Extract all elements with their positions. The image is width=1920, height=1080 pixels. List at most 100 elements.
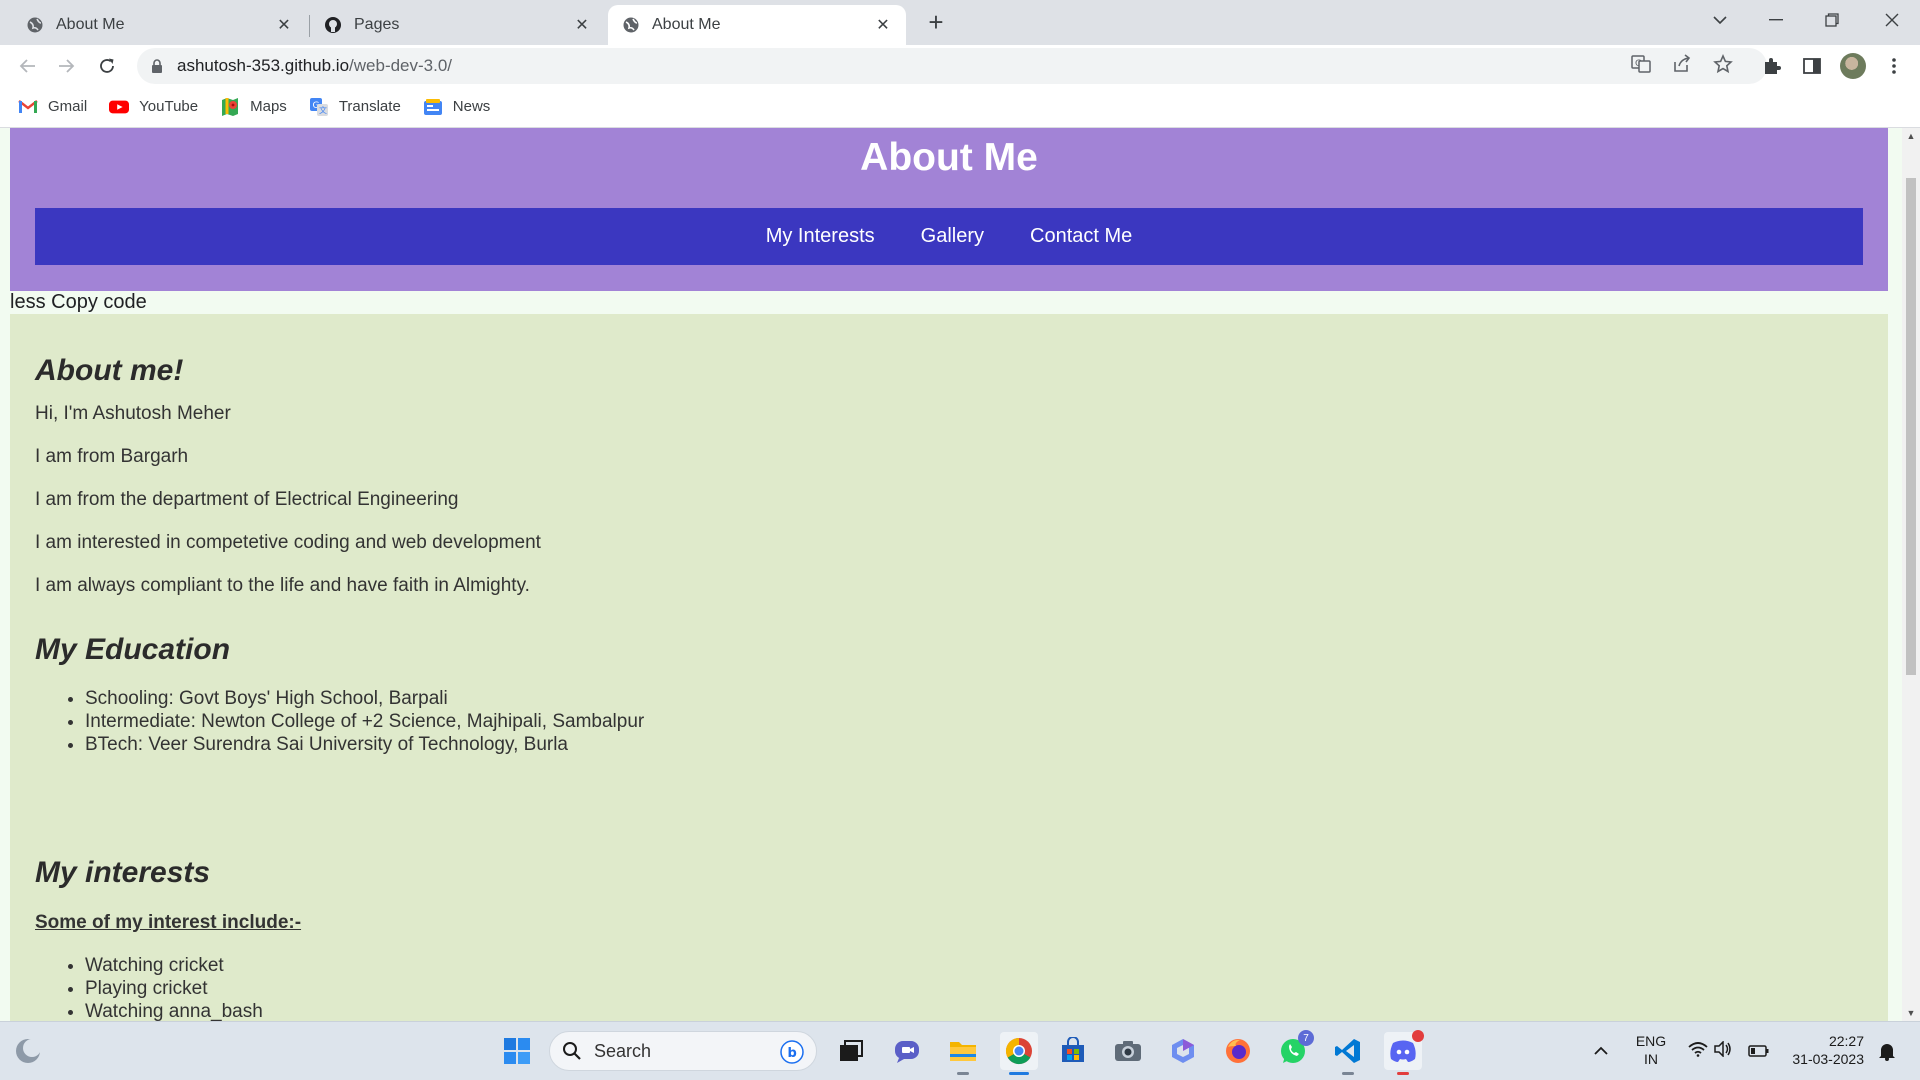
quick-settings[interactable] — [1680, 1034, 1740, 1068]
share-icon[interactable] — [1671, 53, 1693, 75]
restore-button[interactable] — [1804, 0, 1860, 40]
battery-icon[interactable] — [1742, 1034, 1776, 1068]
list-item: Intermediate: Newton College of +2 Scien… — [85, 710, 644, 733]
region-code: IN — [1644, 1051, 1658, 1067]
chrome-taskbar-icon[interactable] — [1000, 1032, 1038, 1075]
notifications-bell-icon[interactable] — [1870, 1034, 1904, 1068]
menu-kebab-icon[interactable] — [1883, 55, 1905, 77]
file-explorer-icon[interactable] — [946, 1034, 980, 1075]
about-line: I am from the department of Electrical E… — [35, 489, 459, 510]
extensions-icon[interactable] — [1761, 55, 1783, 77]
tab-title: About Me — [652, 16, 721, 33]
scroll-up-arrow-icon[interactable]: ▲ — [1906, 131, 1916, 141]
tab-title: About Me — [56, 16, 125, 33]
active-indicator — [1397, 1072, 1409, 1075]
gmail-icon — [18, 98, 38, 116]
notification-badge: 7 — [1298, 1030, 1314, 1046]
scroll-down-arrow-icon[interactable]: ▼ — [1906, 1008, 1916, 1018]
news-icon — [423, 98, 443, 116]
clock-time: 22:27 — [1828, 1033, 1864, 1049]
clock-date: 31-03-2023 — [1792, 1051, 1864, 1067]
tab-about-me-1[interactable]: About Me ✕ — [12, 5, 307, 45]
list-item: Watching anna_bash — [85, 1000, 263, 1021]
search-placeholder: Search — [594, 1040, 652, 1061]
active-indicator — [1009, 1072, 1029, 1075]
youtube-icon — [109, 98, 130, 116]
weather-widget-icon[interactable] — [11, 1034, 45, 1068]
nav-link-my-interests[interactable]: My Interests — [766, 225, 875, 248]
bookmark-youtube[interactable]: YouTube — [109, 98, 198, 116]
url-host: ashutosh-353.github.io — [177, 56, 350, 75]
about-line: I am from Bargarh — [35, 446, 189, 467]
bookmark-label: Translate — [338, 98, 401, 115]
microsoft-store-icon[interactable] — [1056, 1034, 1090, 1068]
scrollbar-thumb[interactable] — [1906, 178, 1916, 675]
start-button[interactable] — [500, 1034, 534, 1068]
bookmark-label: YouTube — [139, 98, 199, 115]
volume-icon — [1714, 1039, 1732, 1062]
language-code: ENG — [1635, 1033, 1667, 1049]
bookmark-label: Maps — [250, 98, 287, 115]
chevron-up-icon[interactable] — [1584, 1034, 1618, 1068]
about-line: I am always compliant to the life and ha… — [35, 575, 530, 596]
back-button[interactable] — [10, 49, 44, 83]
camera-icon[interactable] — [1111, 1034, 1145, 1068]
bookmark-translate[interactable]: G文 Translate — [309, 97, 401, 116]
browser-toolbar: ashutosh-353.github.io/web-dev-3.0/ G — [0, 45, 1920, 86]
reload-button[interactable] — [90, 49, 124, 83]
bookmark-news[interactable]: News — [423, 98, 491, 116]
bookmark-maps[interactable]: Maps — [220, 97, 287, 116]
list-item: Watching cricket — [85, 954, 263, 977]
interests-heading: My interests — [35, 856, 211, 889]
bookmarks-bar: Gmail YouTube Maps G文 Translate News — [0, 86, 1920, 128]
url-text[interactable]: ashutosh-353.github.io/web-dev-3.0/ — [177, 56, 452, 76]
tab-pages[interactable]: Pages ✕ — [310, 5, 605, 45]
vscode-icon[interactable] — [1331, 1034, 1365, 1075]
interests-subheading: Some of my interest include:- — [35, 912, 302, 933]
firefox-icon[interactable] — [1221, 1034, 1255, 1068]
bookmark-gmail[interactable]: Gmail — [18, 98, 87, 116]
svg-text:b: b — [788, 1046, 797, 1061]
address-bar[interactable]: ashutosh-353.github.io/web-dev-3.0/ — [137, 48, 1767, 84]
running-indicator — [1342, 1072, 1354, 1075]
tab-search-button[interactable] — [1692, 0, 1748, 40]
github-icon — [324, 16, 342, 34]
interests-list: Watching cricket Playing cricket Watchin… — [85, 954, 263, 1021]
close-tab-icon[interactable]: ✕ — [573, 16, 591, 34]
teams-chat-icon[interactable] — [890, 1034, 924, 1068]
clock[interactable]: 22:27 31-03-2023 — [1782, 1032, 1864, 1068]
education-heading: My Education — [35, 633, 231, 666]
page-scrollbar[interactable]: ▲ ▼ — [1902, 128, 1920, 1021]
nav-link-gallery[interactable]: Gallery — [921, 225, 984, 248]
globe-icon — [622, 16, 640, 34]
lock-icon[interactable] — [149, 58, 165, 74]
tab-title: Pages — [354, 16, 400, 33]
close-tab-icon[interactable]: ✕ — [874, 16, 892, 34]
globe-icon — [26, 16, 44, 34]
language-indicator[interactable]: ENG IN — [1628, 1032, 1674, 1068]
bookmark-label: News — [452, 98, 491, 115]
tab-about-me-active[interactable]: About Me ✕ — [608, 5, 906, 45]
whatsapp-icon[interactable]: 7 — [1276, 1030, 1314, 1068]
side-panel-icon[interactable] — [1801, 55, 1823, 77]
taskbar: Search b 7 ENG IN 22:27 31-03-2023 — [0, 1021, 1920, 1080]
translate-page-icon[interactable]: G — [1630, 53, 1652, 75]
forward-button[interactable] — [50, 49, 84, 83]
task-view-icon[interactable] — [834, 1034, 868, 1068]
about-heading: About me! — [35, 354, 184, 387]
about-line: I am interested in competetive coding an… — [35, 532, 541, 553]
nav-link-contact-me[interactable]: Contact Me — [1030, 225, 1132, 248]
bookmark-label: Gmail — [48, 98, 88, 115]
close-tab-icon[interactable]: ✕ — [275, 16, 293, 34]
profile-avatar[interactable] — [1840, 53, 1866, 79]
copilot-icon[interactable] — [1166, 1034, 1200, 1068]
discord-icon[interactable] — [1384, 1030, 1424, 1075]
close-window-button[interactable] — [1864, 0, 1920, 40]
new-tab-button[interactable]: + — [922, 7, 950, 37]
bing-icon[interactable]: b — [780, 1040, 804, 1069]
wifi-icon — [1688, 1041, 1708, 1062]
taskbar-search-input[interactable]: Search b — [549, 1031, 817, 1071]
bookmark-star-icon[interactable] — [1712, 53, 1734, 75]
minimize-button[interactable] — [1748, 0, 1804, 40]
svg-text:文: 文 — [319, 105, 327, 115]
